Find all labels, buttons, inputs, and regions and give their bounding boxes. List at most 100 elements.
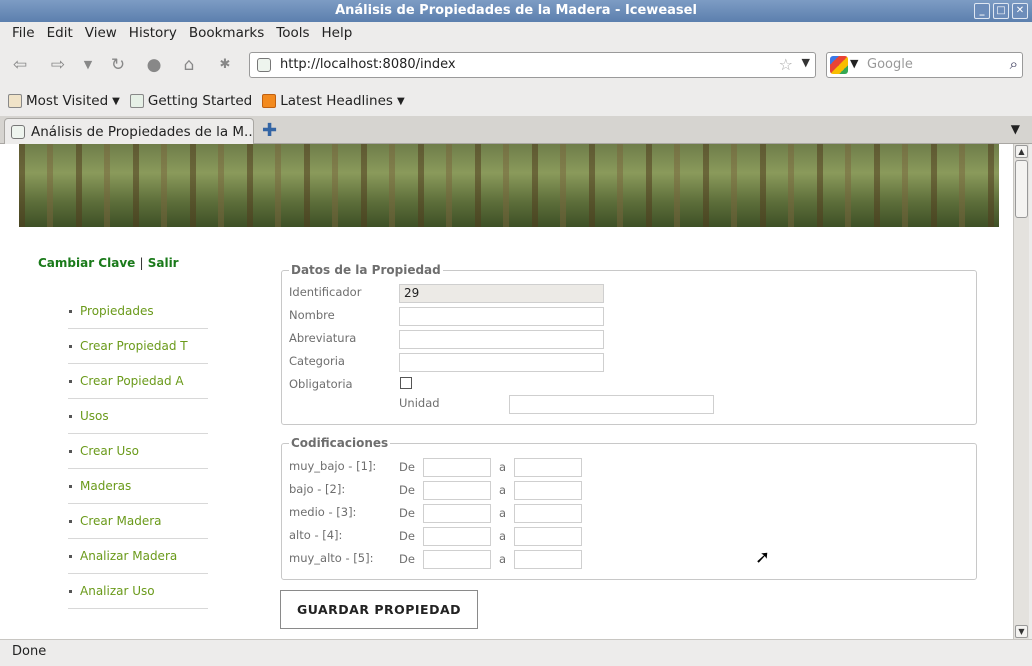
menu-file[interactable]: File [6,22,41,44]
sidebar-item-analizar-madera[interactable]: Analizar Madera [68,539,208,574]
forward-icon[interactable]: ⇨ [46,54,70,76]
tab-active[interactable]: Análisis de Propiedades de la M... [4,118,254,144]
id-label: Identificador [289,285,362,299]
sidebar-item-label: Maderas [80,479,132,493]
codif-row-label: bajo - [2]: [289,482,346,496]
reload-icon[interactable]: ↻ [106,54,130,76]
close-button[interactable]: ✕ [1012,3,1028,19]
bullet-icon [69,379,72,383]
engine-dropdown-icon[interactable]: ▼ [850,57,858,70]
muy-bajo-to-input[interactable] [514,458,582,477]
bookmark-latest-headlines[interactable]: Latest Headlines ▼ [262,93,405,109]
maximize-button[interactable]: □ [993,3,1009,19]
nombre-label: Nombre [289,308,335,322]
bullet-icon [69,484,72,488]
url-bar[interactable]: http://localhost:8080/index ☆ ▼ [249,52,816,78]
search-box[interactable]: ▼ Google ⌕ [826,52,1023,78]
medio-to-input[interactable] [514,504,582,523]
muy-alto-to-input[interactable] [514,550,582,569]
bajo-from-input[interactable] [423,481,491,500]
abreviatura-input[interactable] [399,330,604,349]
property-data-legend: Datos de la Propiedad [291,263,441,277]
bookmark-most-visited[interactable]: Most Visited ▼ [8,93,120,109]
sidebar-item-analizar-uso[interactable]: Analizar Uso [68,574,208,609]
scrollbar-thumb[interactable] [1015,160,1028,218]
sidebar-item-crear-uso[interactable]: Crear Uso [68,434,208,469]
search-icon[interactable]: ⌕ [1010,55,1018,73]
url-dropdown-icon[interactable]: ▼ [802,56,810,69]
from-label: De [399,506,415,520]
minimize-button[interactable]: _ [974,3,990,19]
sidebar-item-crear-madera[interactable]: Crear Madera [68,504,208,539]
obligatoria-label: Obligatoria [289,377,353,391]
unidad-label: Unidad [399,396,440,410]
home-icon[interactable]: ⌂ [177,54,201,76]
sidebar-item-label: Crear Uso [80,444,139,458]
history-dropdown-icon[interactable]: ▼ [76,54,100,76]
nombre-input[interactable] [399,307,604,326]
rss-icon [262,94,277,108]
tab-title: Análisis de Propiedades de la M... [31,124,254,140]
logout-link[interactable]: Salir [148,256,179,270]
bookmarks-toolbar: Most Visited ▼ Getting Started Latest Hea… [0,89,1032,113]
sidebar-item-maderas[interactable]: Maderas [68,469,208,504]
menu-history[interactable]: History [123,22,183,44]
change-password-link[interactable]: Cambiar Clave [38,256,135,270]
from-label: De [399,460,415,474]
scroll-down-icon[interactable]: ▼ [1015,625,1028,638]
muy-bajo-from-input[interactable] [423,458,491,477]
codifications-legend: Codificaciones [291,436,389,450]
google-engine-icon[interactable] [830,56,848,74]
search-placeholder[interactable]: Google [867,57,913,72]
chevron-down-icon: ▼ [112,95,120,107]
muy-alto-from-input[interactable] [423,550,491,569]
to-label: a [499,552,507,566]
sidebar-item-label: Propiedades [80,304,154,318]
bajo-to-input[interactable] [514,481,582,500]
sidebar-item-label: Crear Propiedad T [80,339,188,353]
status-text: Done [12,644,47,659]
menu-bookmarks[interactable]: Bookmarks [183,22,270,44]
vertical-scrollbar[interactable]: ▲ ▼ [1013,144,1029,639]
categoria-input[interactable] [399,353,604,372]
bullet-icon [69,449,72,453]
sidebar-item-crear-propiedad-t[interactable]: Crear Propiedad T [68,329,208,364]
link-separator: | [139,256,144,270]
extension-icon[interactable]: ✱ [213,54,237,76]
sidebar-item-label: Analizar Madera [80,549,178,563]
alto-from-input[interactable] [423,527,491,546]
sidebar-item-crear-popiedad-a[interactable]: Crear Popiedad A [68,364,208,399]
obligatoria-checkbox[interactable] [400,377,412,389]
scroll-up-icon[interactable]: ▲ [1015,145,1028,158]
codifications-fieldset: Codificaciones [281,436,977,580]
alto-to-input[interactable] [514,527,582,546]
bookmark-getting-started[interactable]: Getting Started [129,93,253,109]
forest-banner [19,144,999,227]
folder-icon [8,94,22,108]
sidebar-menu: Propiedades Crear Propiedad T Crear Popi… [68,294,208,609]
sidebar-item-propiedades[interactable]: Propiedades [68,294,208,329]
tab-list-chevron-icon[interactable]: ▼ [1011,122,1020,136]
new-tab-icon[interactable]: ✚ [262,120,277,141]
menu-help[interactable]: Help [316,22,359,44]
bullet-icon [69,309,72,313]
codif-row-label: muy_bajo - [1]: [289,459,377,473]
window-titlebar: Análisis de Propiedades de la Madera - I… [0,0,1032,22]
sidebar-item-usos[interactable]: Usos [68,399,208,434]
menu-tools[interactable]: Tools [270,22,315,44]
url-text[interactable]: http://localhost:8080/index [280,57,456,72]
user-links: Cambiar Clave | Salir [38,256,179,270]
window-title: Análisis de Propiedades de la Madera - I… [335,3,697,18]
menu-edit[interactable]: Edit [41,22,79,44]
codif-row-label: alto - [4]: [289,528,343,542]
bookmark-star-icon[interactable]: ☆ [779,55,793,74]
menu-view[interactable]: View [79,22,123,44]
save-property-button[interactable]: GUARDAR PROPIEDAD [280,590,478,629]
to-label: a [499,529,507,543]
unidad-input[interactable] [509,395,714,414]
categoria-label: Categoria [289,354,345,368]
stop-icon[interactable]: ● [142,54,166,76]
bookmark-label: Getting Started [147,93,253,109]
back-icon[interactable]: ⇦ [8,54,32,76]
medio-from-input[interactable] [423,504,491,523]
